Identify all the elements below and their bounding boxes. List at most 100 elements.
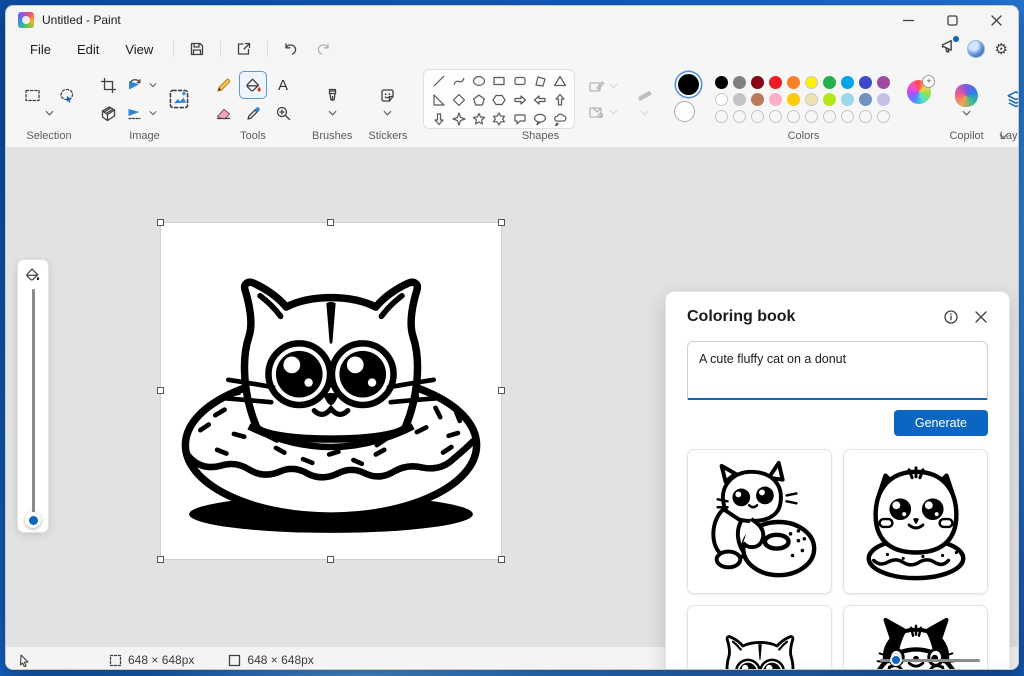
selection-handle-nw[interactable] [157, 219, 164, 226]
palette-swatch-empty[interactable] [876, 109, 890, 123]
palette-swatch-empty[interactable] [750, 109, 764, 123]
palette-swatch-empty[interactable] [822, 109, 836, 123]
shape-fill-button[interactable] [586, 102, 606, 122]
tolerance-slider-thumb[interactable] [25, 512, 41, 528]
shape-callout-rectangle-icon[interactable] [510, 109, 530, 128]
shape-oval-icon[interactable] [469, 71, 489, 90]
shape-diamond-icon[interactable] [449, 90, 469, 109]
free-select-button[interactable] [53, 82, 79, 108]
flip-button[interactable] [123, 100, 146, 126]
shape-arrow-down-icon[interactable] [428, 109, 448, 128]
share-button[interactable] [229, 37, 259, 61]
palette-swatch-empty[interactable] [714, 109, 728, 123]
fill-tool-button[interactable] [239, 71, 267, 99]
shape-arrow-right-icon[interactable] [510, 90, 530, 109]
shape-star-five-icon[interactable] [469, 109, 489, 128]
palette-swatch[interactable] [750, 75, 764, 89]
shape-star-four-icon[interactable] [449, 109, 469, 128]
announcements-icon[interactable] [940, 36, 959, 60]
minimize-button[interactable] [886, 6, 930, 34]
palette-swatch[interactable] [840, 92, 854, 106]
palette-swatch[interactable] [732, 92, 746, 106]
secondary-color-swatch[interactable] [674, 101, 696, 122]
flip-dropdown-chevron[interactable] [149, 110, 157, 116]
selection-handle-s[interactable] [327, 556, 334, 563]
layers-button[interactable] [1003, 86, 1018, 112]
palette-swatch[interactable] [804, 75, 818, 89]
palette-swatch[interactable] [732, 75, 746, 89]
shape-fill-chevron[interactable] [609, 109, 618, 115]
menu-file[interactable]: File [18, 38, 63, 61]
shape-arrow-up-icon[interactable] [550, 90, 570, 109]
canvas[interactable] [157, 219, 505, 563]
image-options-button[interactable] [164, 84, 194, 114]
selection-handle-w[interactable] [157, 387, 164, 394]
rotate-button[interactable] [123, 72, 146, 98]
zoom-slider-thumb[interactable] [890, 654, 902, 666]
redo-button[interactable] [308, 37, 338, 61]
brushes-button[interactable] [319, 82, 345, 108]
shape-polygon-icon[interactable] [530, 71, 550, 90]
zoom-slider[interactable] [880, 654, 980, 666]
primary-color-swatch[interactable] [678, 74, 700, 95]
palette-swatch[interactable] [714, 75, 728, 89]
shape-lightning-icon[interactable] [449, 128, 469, 129]
palette-swatch[interactable] [768, 75, 782, 89]
shape-hexagon-icon[interactable] [489, 90, 509, 109]
selection-handle-se[interactable] [498, 556, 505, 563]
palette-swatch-empty[interactable] [804, 109, 818, 123]
result-thumbnail-1[interactable] [687, 449, 832, 594]
info-icon[interactable] [944, 310, 958, 324]
generate-button[interactable]: Generate [893, 410, 988, 436]
undo-button[interactable] [276, 37, 306, 61]
shape-rectangle-icon[interactable] [489, 71, 509, 90]
resize-skew-button[interactable] [95, 100, 121, 126]
selection-handle-sw[interactable] [157, 556, 164, 563]
menu-view[interactable]: View [113, 38, 165, 61]
shape-rounded-rectangle-icon[interactable] [510, 71, 530, 90]
palette-swatch[interactable] [858, 75, 872, 89]
result-thumbnail-3[interactable] [687, 605, 832, 669]
panel-close-icon[interactable] [974, 310, 988, 324]
magnifier-tool-button[interactable] [270, 100, 296, 126]
eraser-tool-button[interactable] [210, 100, 236, 126]
palette-swatch-empty[interactable] [858, 109, 872, 123]
palette-swatch[interactable] [786, 75, 800, 89]
shape-triangle-icon[interactable] [550, 71, 570, 90]
shape-heart-icon[interactable] [428, 128, 448, 129]
settings-gear-icon[interactable]: ⚙ [995, 42, 1008, 57]
selection-handle-ne[interactable] [498, 219, 505, 226]
stickers-button[interactable] [375, 82, 401, 108]
shape-line-icon[interactable] [428, 71, 448, 90]
text-tool-button[interactable]: A [270, 72, 296, 98]
prompt-input[interactable] [687, 341, 988, 400]
shape-callout-oval-icon[interactable] [530, 109, 550, 128]
edit-colors-button[interactable] [907, 75, 936, 104]
save-button[interactable] [182, 37, 212, 61]
selection-dropdown-chevron[interactable] [44, 110, 54, 116]
result-thumbnail-2[interactable] [843, 449, 988, 594]
shape-outline-button[interactable] [586, 76, 606, 96]
palette-swatch-empty[interactable] [786, 109, 800, 123]
palette-swatch[interactable] [714, 92, 728, 106]
menu-edit[interactable]: Edit [65, 38, 111, 61]
tolerance-slider-track[interactable] [25, 289, 41, 528]
maximize-button[interactable] [930, 6, 974, 34]
palette-swatch[interactable] [804, 92, 818, 106]
pencil-tool-button[interactable] [210, 72, 236, 98]
eyedropper-tool-button[interactable] [240, 100, 266, 126]
copilot-dropdown-chevron[interactable] [962, 110, 971, 116]
palette-swatch-empty[interactable] [732, 109, 746, 123]
brushes-dropdown-chevron[interactable] [328, 110, 337, 116]
rotate-dropdown-chevron[interactable] [149, 82, 157, 88]
palette-swatch[interactable] [858, 92, 872, 106]
palette-swatch[interactable] [750, 92, 764, 106]
stickers-dropdown-chevron[interactable] [383, 110, 392, 116]
copilot-button[interactable] [954, 82, 980, 108]
crop-button[interactable] [95, 72, 121, 98]
palette-swatch[interactable] [876, 75, 890, 89]
palette-swatch[interactable] [840, 75, 854, 89]
palette-swatch-empty[interactable] [768, 109, 782, 123]
stroke-size-button[interactable] [631, 82, 657, 108]
palette-swatch[interactable] [822, 92, 836, 106]
